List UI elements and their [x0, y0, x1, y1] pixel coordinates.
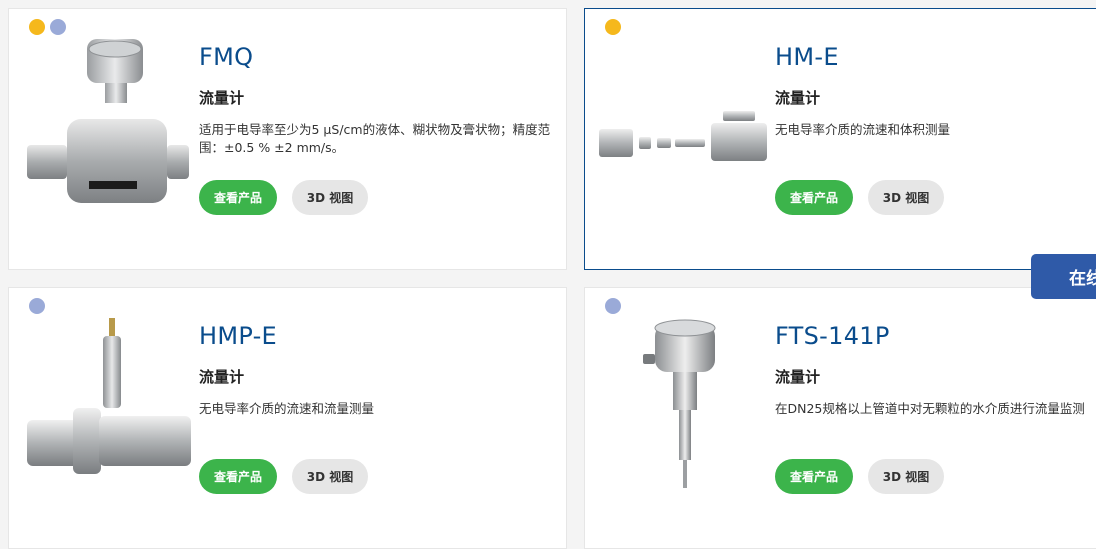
product-card-fts-141p[interactable]: FTS-141P 流量计 在DN25规格以上管道中对无颗粒的水介质进行流量监测 … — [584, 287, 1096, 549]
product-image-fmq[interactable] — [23, 37, 193, 212]
color-dot-yellow[interactable] — [29, 19, 45, 35]
online-chat-tab[interactable]: 在线 — [1031, 254, 1096, 299]
3d-view-button[interactable]: 3D 视图 — [292, 180, 368, 215]
product-description: 适用于电导率至少为5 µS/cm的液体、糊状物及膏状物；精度范围：±0.5 % … — [199, 122, 551, 155]
product-card-hmp-e[interactable]: HMP-E 流量计 无电导率介质的流速和流量测量 查看产品 3D 视图 — [8, 287, 567, 549]
product-card-fmq[interactable]: FMQ 流量计 适用于电导率至少为5 µS/cm的液体、糊状物及膏状物；精度范围… — [8, 8, 567, 270]
view-product-button[interactable]: 查看产品 — [775, 459, 853, 494]
color-dot-blue[interactable] — [605, 298, 621, 314]
3d-view-button[interactable]: 3D 视图 — [868, 180, 944, 215]
product-image-fts-141p[interactable] — [599, 316, 769, 491]
color-dot-yellow[interactable] — [605, 19, 621, 35]
product-subtitle: 流量计 — [775, 368, 821, 386]
product-image-hm-e[interactable] — [599, 37, 769, 212]
color-dots — [605, 298, 621, 314]
3d-view-button[interactable]: 3D 视图 — [292, 459, 368, 494]
product-subtitle: 流量计 — [199, 89, 245, 107]
product-description: 无电导率介质的流速和体积测量 — [775, 122, 951, 137]
product-title[interactable]: HMP-E — [199, 322, 277, 350]
product-subtitle: 流量计 — [199, 368, 245, 386]
view-product-button[interactable]: 查看产品 — [199, 180, 277, 215]
product-image-hmp-e[interactable] — [23, 316, 193, 491]
color-dot-blue[interactable] — [29, 298, 45, 314]
product-subtitle: 流量计 — [775, 89, 821, 107]
color-dots — [29, 19, 66, 35]
color-dots — [605, 19, 621, 35]
product-description: 在DN25规格以上管道中对无颗粒的水介质进行流量监测 — [775, 401, 1085, 416]
product-title[interactable]: FMQ — [199, 43, 253, 71]
3d-view-button[interactable]: 3D 视图 — [868, 459, 944, 494]
view-product-button[interactable]: 查看产品 — [199, 459, 277, 494]
product-card-hm-e[interactable]: HM-E 流量计 无电导率介质的流速和体积测量 查看产品 3D 视图 — [584, 8, 1096, 270]
product-title[interactable]: HM-E — [775, 43, 839, 71]
color-dots — [29, 298, 45, 314]
color-dot-blue[interactable] — [50, 19, 66, 35]
view-product-button[interactable]: 查看产品 — [775, 180, 853, 215]
product-description: 无电导率介质的流速和流量测量 — [199, 401, 375, 416]
product-title[interactable]: FTS-141P — [775, 322, 890, 350]
